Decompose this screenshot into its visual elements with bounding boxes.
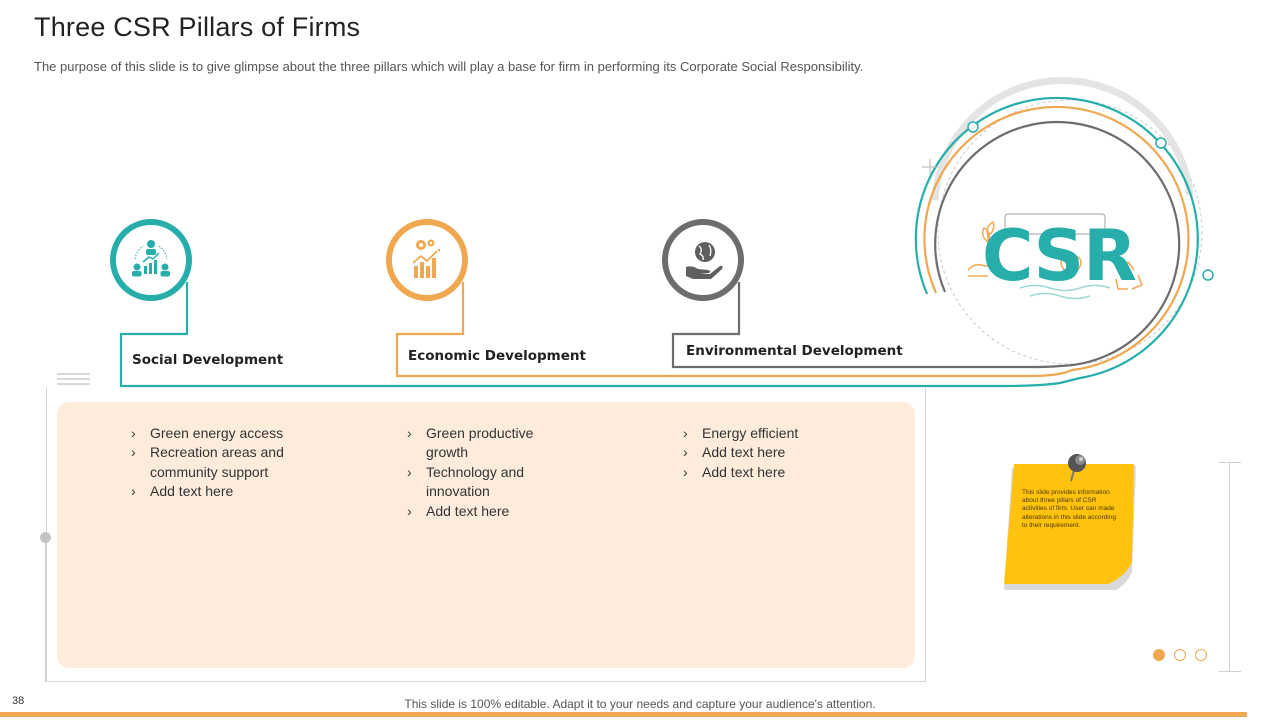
list-item: Green energy access (131, 424, 306, 444)
ring-accent-dot (967, 121, 979, 133)
right-bracket-line (1229, 462, 1230, 672)
right-bracket-top (1219, 462, 1241, 463)
economic-bullet-list: Green productive growth Technology and i… (407, 424, 567, 521)
social-bullet-list: Green energy access Recreation areas and… (131, 424, 306, 502)
right-bracket-bottom (1219, 671, 1241, 672)
bottom-accent-bar (0, 712, 1247, 717)
csr-badge-text: CSR (982, 215, 1137, 297)
list-item: Add text here (407, 502, 567, 522)
list-item: Technology and innovation (407, 463, 567, 502)
list-item: Green productive growth (407, 424, 567, 463)
social-pillar-circle (110, 219, 192, 301)
pagination-dot[interactable] (1195, 649, 1207, 661)
pillar-label-environmental: Environmental Development (686, 343, 903, 359)
list-item: Add text here (683, 463, 858, 483)
list-item: Recreation areas and community support (131, 443, 306, 482)
footer-text: This slide is 100% editable. Adapt it to… (404, 697, 876, 711)
pushpin-icon (1068, 454, 1086, 482)
ring-accent-dot (1155, 137, 1167, 149)
sticky-note-text: This slide provides information about th… (1022, 489, 1116, 529)
list-item: Add text here (683, 443, 858, 463)
list-item: Energy efficient (683, 424, 858, 444)
environmental-bullet-list: Energy efficient Add text here Add text … (683, 424, 858, 483)
ring-accent-dot (1202, 269, 1214, 281)
pillar-label-social: Social Development (132, 352, 284, 368)
plus-decoration (922, 159, 938, 175)
pillar-label-economic: Economic Development (408, 348, 586, 364)
pagination-dot[interactable] (1174, 649, 1186, 661)
pagination-dot-active[interactable] (1153, 649, 1165, 661)
list-item: Add text here (131, 482, 306, 502)
